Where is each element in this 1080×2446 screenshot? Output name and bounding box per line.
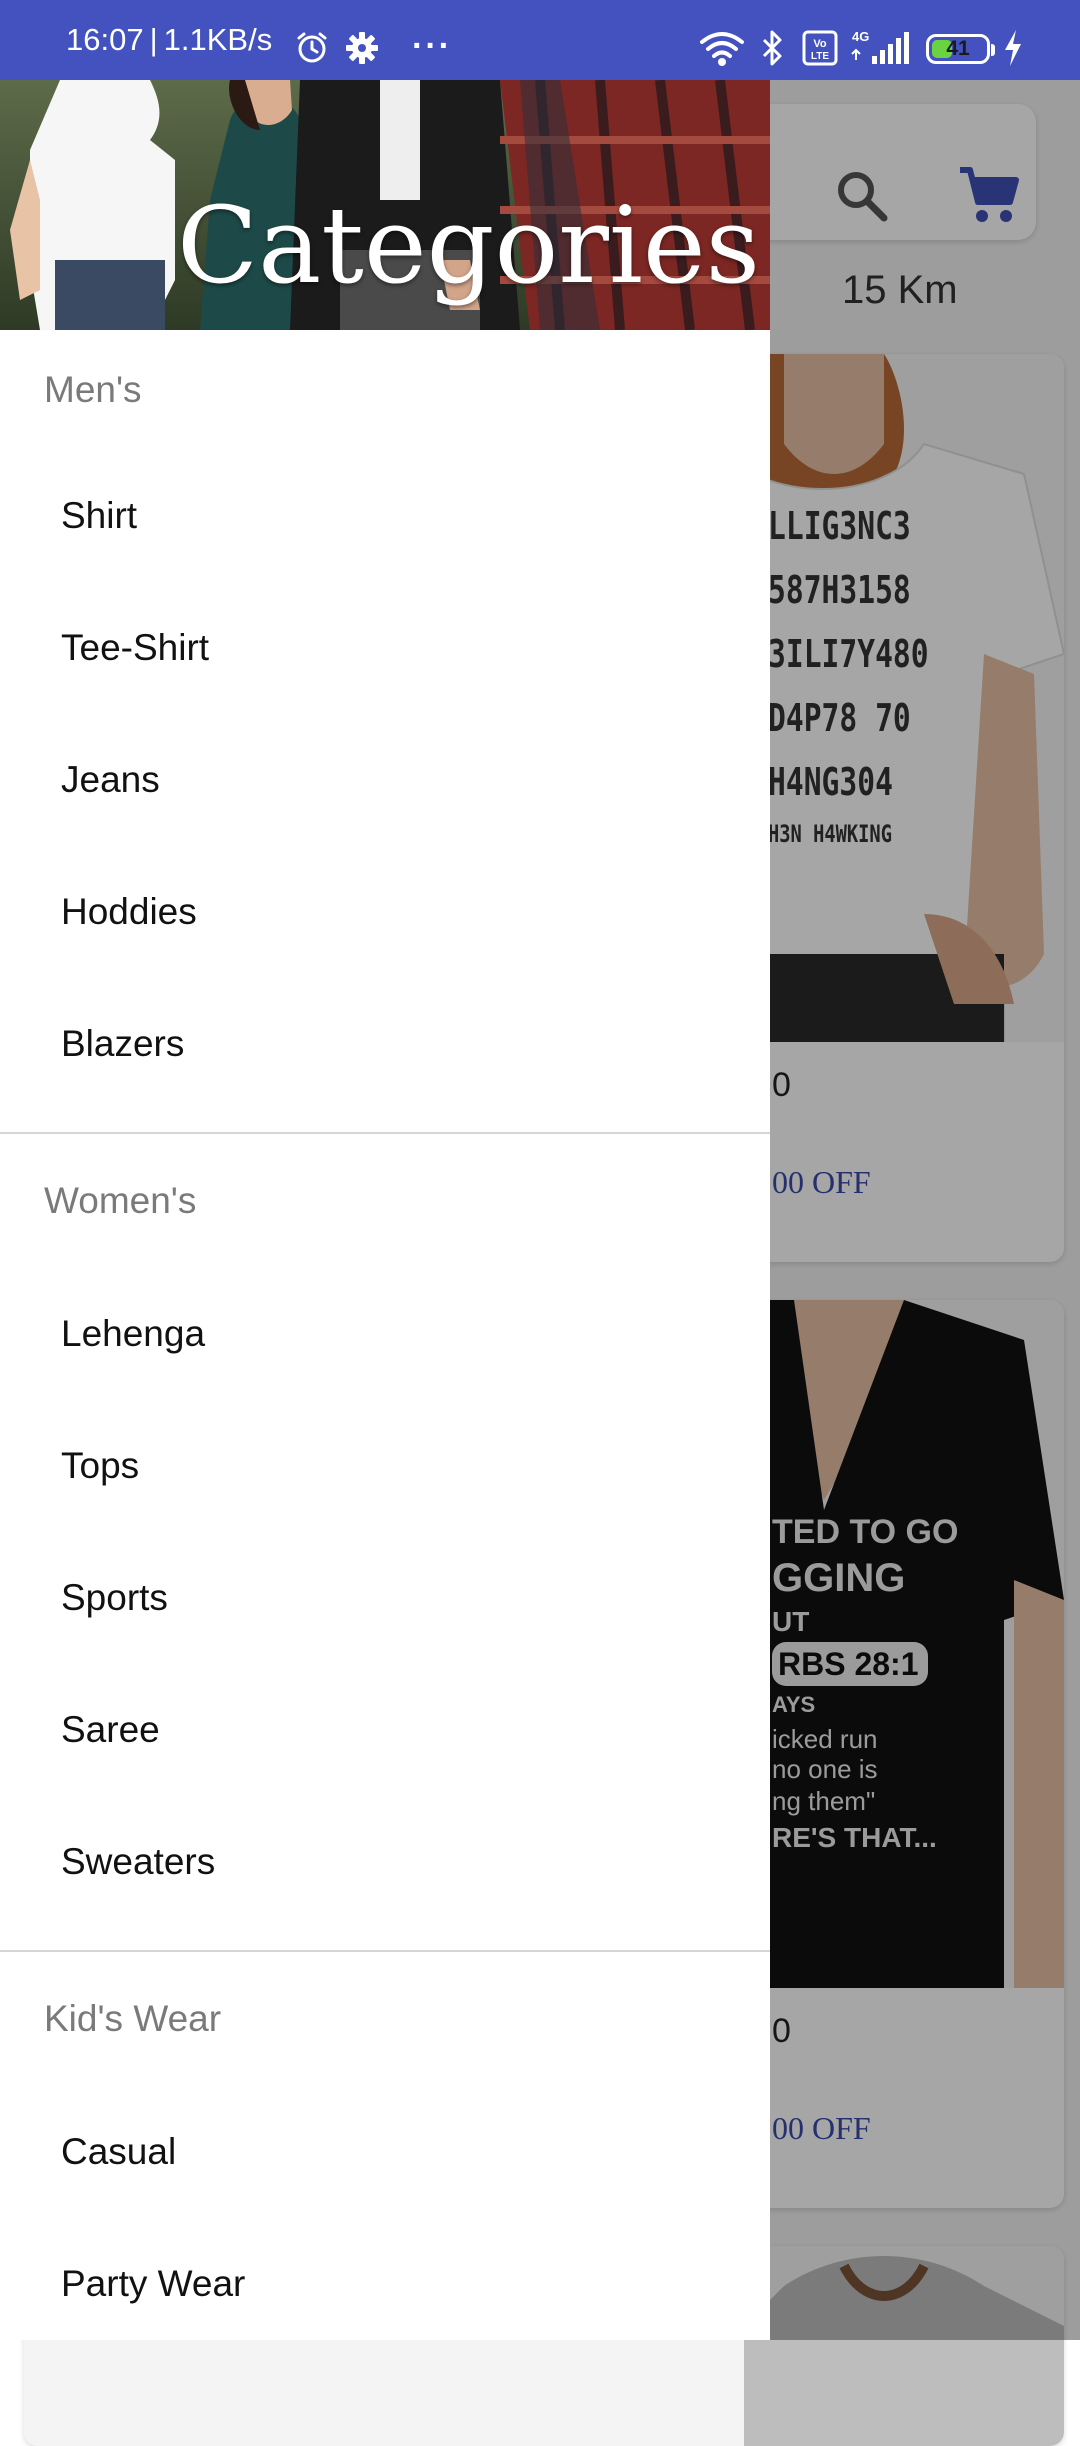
charging-icon bbox=[1005, 30, 1021, 66]
section-title: Women's bbox=[44, 1180, 197, 1221]
categories-drawer: Categories Men's Shirt Tee-Shirt Jeans H… bbox=[0, 80, 770, 2340]
category-item-hoddies[interactable]: Hoddies bbox=[0, 846, 770, 978]
category-item-lehenga[interactable]: Lehenga bbox=[0, 1268, 770, 1400]
category-item-sweaters[interactable]: Sweaters bbox=[0, 1796, 770, 1928]
category-item-saree[interactable]: Saree bbox=[0, 1664, 770, 1796]
drawer-header: Categories bbox=[0, 80, 770, 330]
svg-text:Vo: Vo bbox=[813, 38, 827, 50]
battery-icon: 41 bbox=[926, 34, 995, 64]
category-item-shirt[interactable]: Shirt bbox=[0, 450, 770, 582]
category-item-party-wear[interactable]: Party Wear bbox=[0, 2218, 770, 2340]
battery-level: 41 bbox=[946, 37, 970, 60]
settings-icon bbox=[346, 32, 378, 64]
status-time-speed: 16:07 | 1.1KB/s bbox=[66, 0, 272, 80]
category-section-mens: Men's Shirt Tee-Shirt Jeans Hoddies Blaz… bbox=[0, 330, 770, 1110]
signal-4g-icon: 4G bbox=[851, 29, 909, 64]
category-item-blazers[interactable]: Blazers bbox=[0, 978, 770, 1110]
svg-text:LTE: LTE bbox=[811, 51, 829, 62]
category-item-sports[interactable]: Sports bbox=[0, 1532, 770, 1664]
alarm-icon bbox=[297, 32, 327, 63]
category-list: Men's Shirt Tee-Shirt Jeans Hoddies Blaz… bbox=[0, 330, 770, 2340]
category-item-casual[interactable]: Casual bbox=[0, 2086, 770, 2218]
svg-text:4G: 4G bbox=[852, 29, 869, 44]
section-title: Kid's Wear bbox=[44, 1998, 222, 2039]
category-item-tee-shirt[interactable]: Tee-Shirt bbox=[0, 582, 770, 714]
more-notifications-icon: ··· bbox=[412, 27, 452, 65]
status-bar: 16:07 | 1.1KB/s ··· Vo LTE 4G 41 bbox=[0, 0, 1080, 80]
status-time: 16:07 bbox=[66, 22, 144, 57]
status-network-speed: 1.1KB/s bbox=[163, 22, 273, 57]
category-item-tops[interactable]: Tops bbox=[0, 1400, 770, 1532]
drawer-title: Categories bbox=[177, 184, 760, 307]
status-separator: | bbox=[149, 22, 158, 57]
wifi-icon bbox=[700, 32, 744, 66]
volte-icon: Vo LTE bbox=[802, 30, 838, 66]
section-title: Men's bbox=[44, 369, 142, 410]
category-item-jeans[interactable]: Jeans bbox=[0, 714, 770, 846]
bluetooth-icon bbox=[762, 30, 782, 66]
category-section-kids-wear: Kid's Wear Casual Party Wear bbox=[0, 1952, 770, 2340]
category-section-womens: Women's Lehenga Tops Sports Saree Sweate… bbox=[0, 1134, 770, 1928]
